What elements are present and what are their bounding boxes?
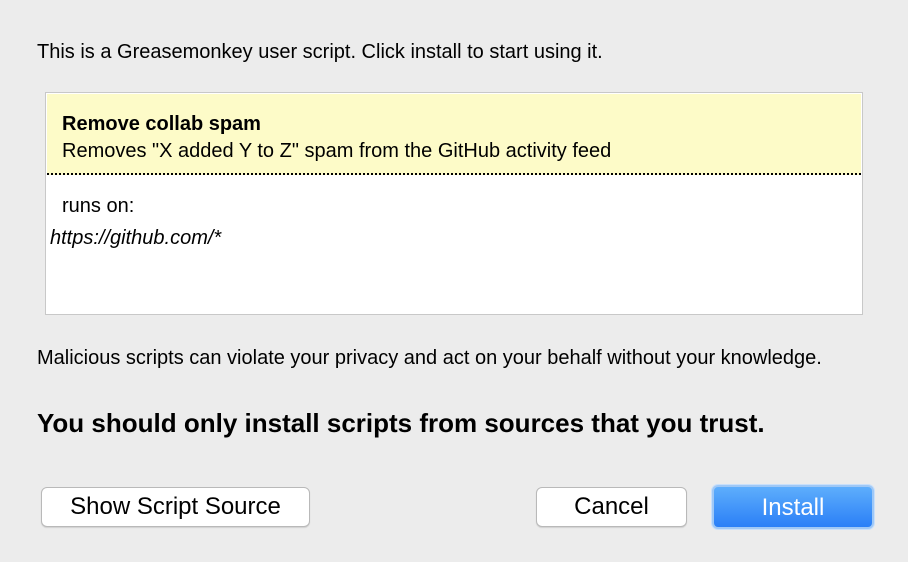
show-script-source-button[interactable]: Show Script Source: [41, 487, 310, 527]
runs-on-url: https://github.com/*: [50, 227, 222, 249]
trust-warning: You should only install scripts from sou…: [37, 408, 765, 438]
intro-text: This is a Greasemonkey user script. Clic…: [37, 41, 603, 63]
cancel-button[interactable]: Cancel: [536, 487, 687, 527]
script-info-panel: Remove collab spam Removes "X added Y to…: [45, 92, 863, 315]
script-name: Remove collab spam: [62, 113, 261, 135]
script-header: Remove collab spam Removes "X added Y to…: [47, 94, 861, 175]
install-button[interactable]: Install: [712, 485, 874, 529]
warning-text: Malicious scripts can violate your priva…: [37, 347, 822, 369]
script-description: Removes "X added Y to Z" spam from the G…: [62, 140, 612, 162]
runs-on-label: runs on:: [62, 195, 135, 217]
